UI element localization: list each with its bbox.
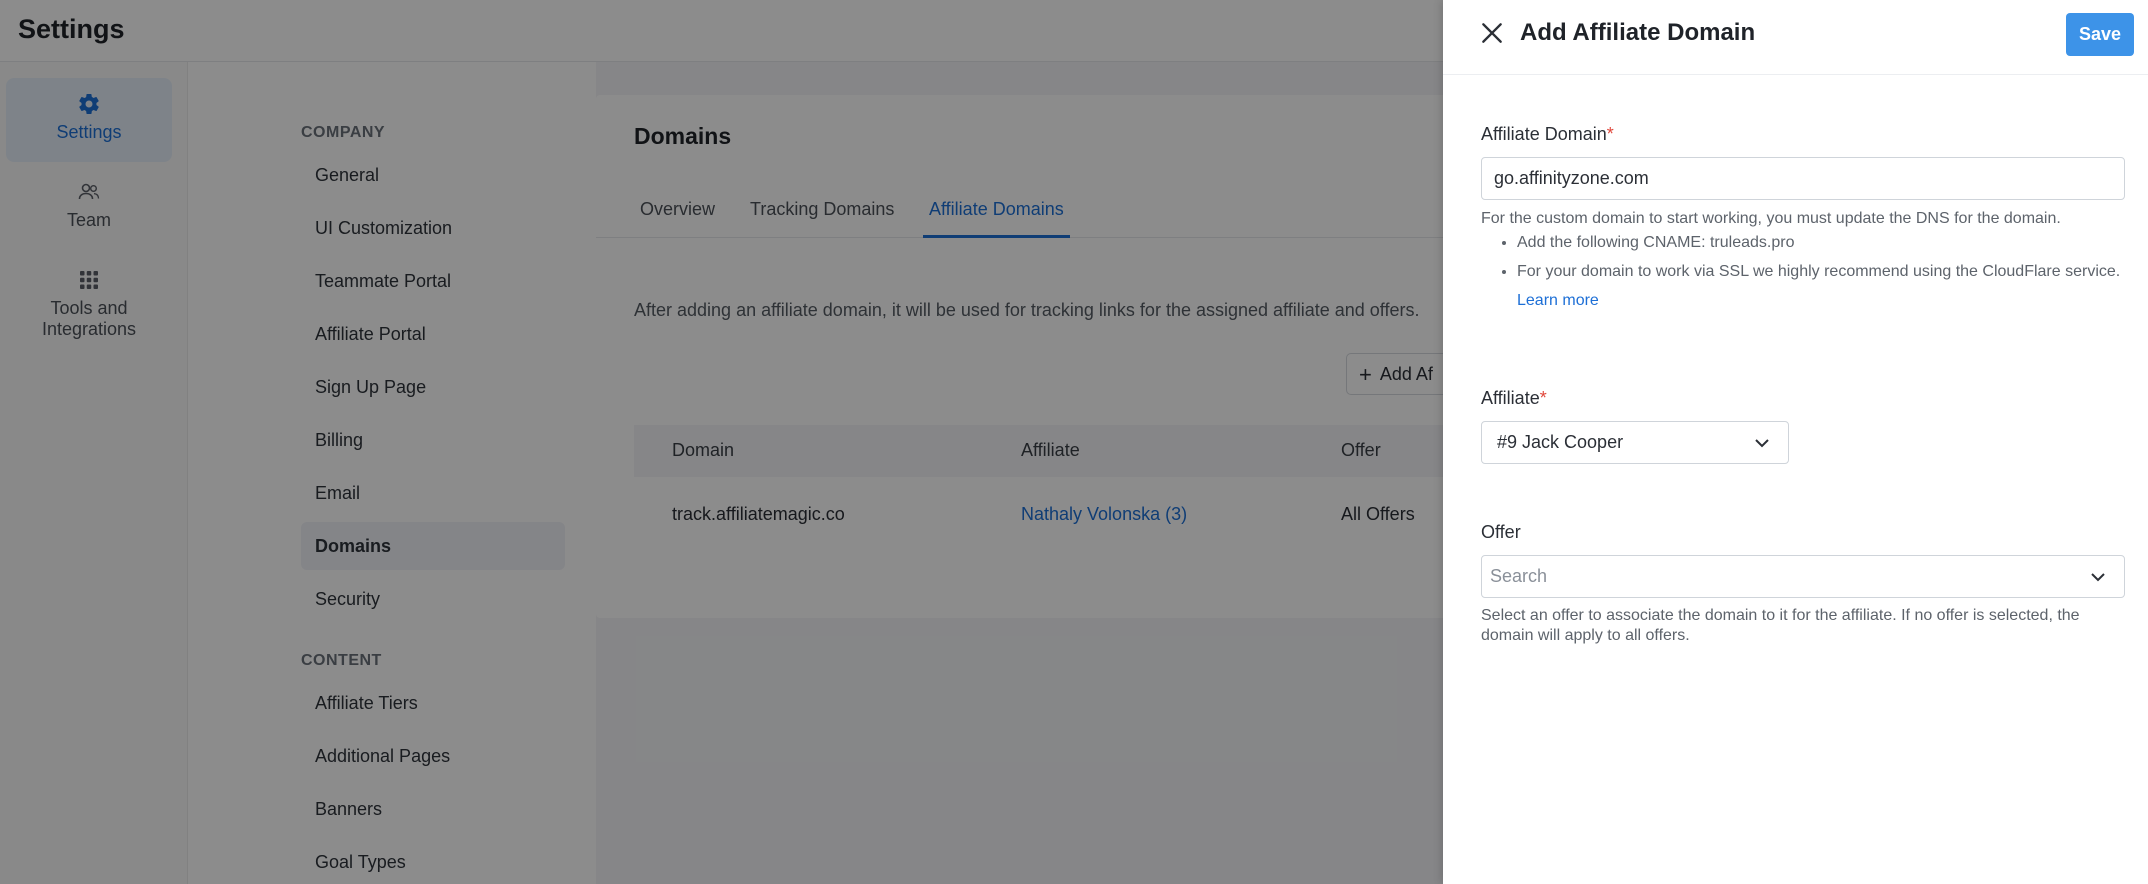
offer-search-select[interactable]: Search <box>1481 555 2125 598</box>
help-bullet-cname: Add the following CNAME: truleads.pro <box>1517 233 2131 253</box>
required-mark: * <box>1539 388 1547 408</box>
offer-placeholder: Search <box>1490 566 1548 586</box>
modal-backdrop[interactable] <box>0 0 1443 884</box>
affiliate-selected-value: #9 Jack Cooper <box>1497 432 1624 452</box>
affiliate-domain-input[interactable] <box>1481 157 2125 200</box>
required-mark: * <box>1606 124 1614 144</box>
drawer-header: Add Affiliate Domain Save <box>1443 0 2148 75</box>
affiliate-domain-label-text: Affiliate Domain <box>1481 124 1607 144</box>
help-intro: For the custom domain to start working, … <box>1481 210 2061 227</box>
add-affiliate-domain-drawer: Add Affiliate Domain Save Affiliate Doma… <box>1443 0 2148 884</box>
affiliate-select[interactable]: #9 Jack Cooper <box>1481 421 1789 464</box>
affiliate-label: Affiliate* <box>1481 388 1547 409</box>
help-list: Add the following CNAME: truleads.pro Fo… <box>1481 233 2131 282</box>
chevron-down-icon <box>2091 573 2105 582</box>
chevron-down-icon <box>1755 439 1769 448</box>
offer-help: Select an offer to associate the domain … <box>1481 607 2080 644</box>
drawer-title: Add Affiliate Domain <box>1520 19 1756 46</box>
affiliate-label-text: Affiliate <box>1481 388 1540 408</box>
affiliate-domain-label: Affiliate Domain* <box>1481 124 1614 145</box>
offer-label: Offer <box>1481 522 1521 542</box>
save-button[interactable]: Save <box>2066 13 2134 56</box>
help-bullet-ssl: For your domain to work via SSL we highl… <box>1517 262 2131 282</box>
learn-more-link[interactable]: Learn more <box>1517 292 1599 309</box>
close-icon[interactable] <box>1479 20 1505 46</box>
affiliate-domain-help: For the custom domain to start working, … <box>1481 209 2131 311</box>
